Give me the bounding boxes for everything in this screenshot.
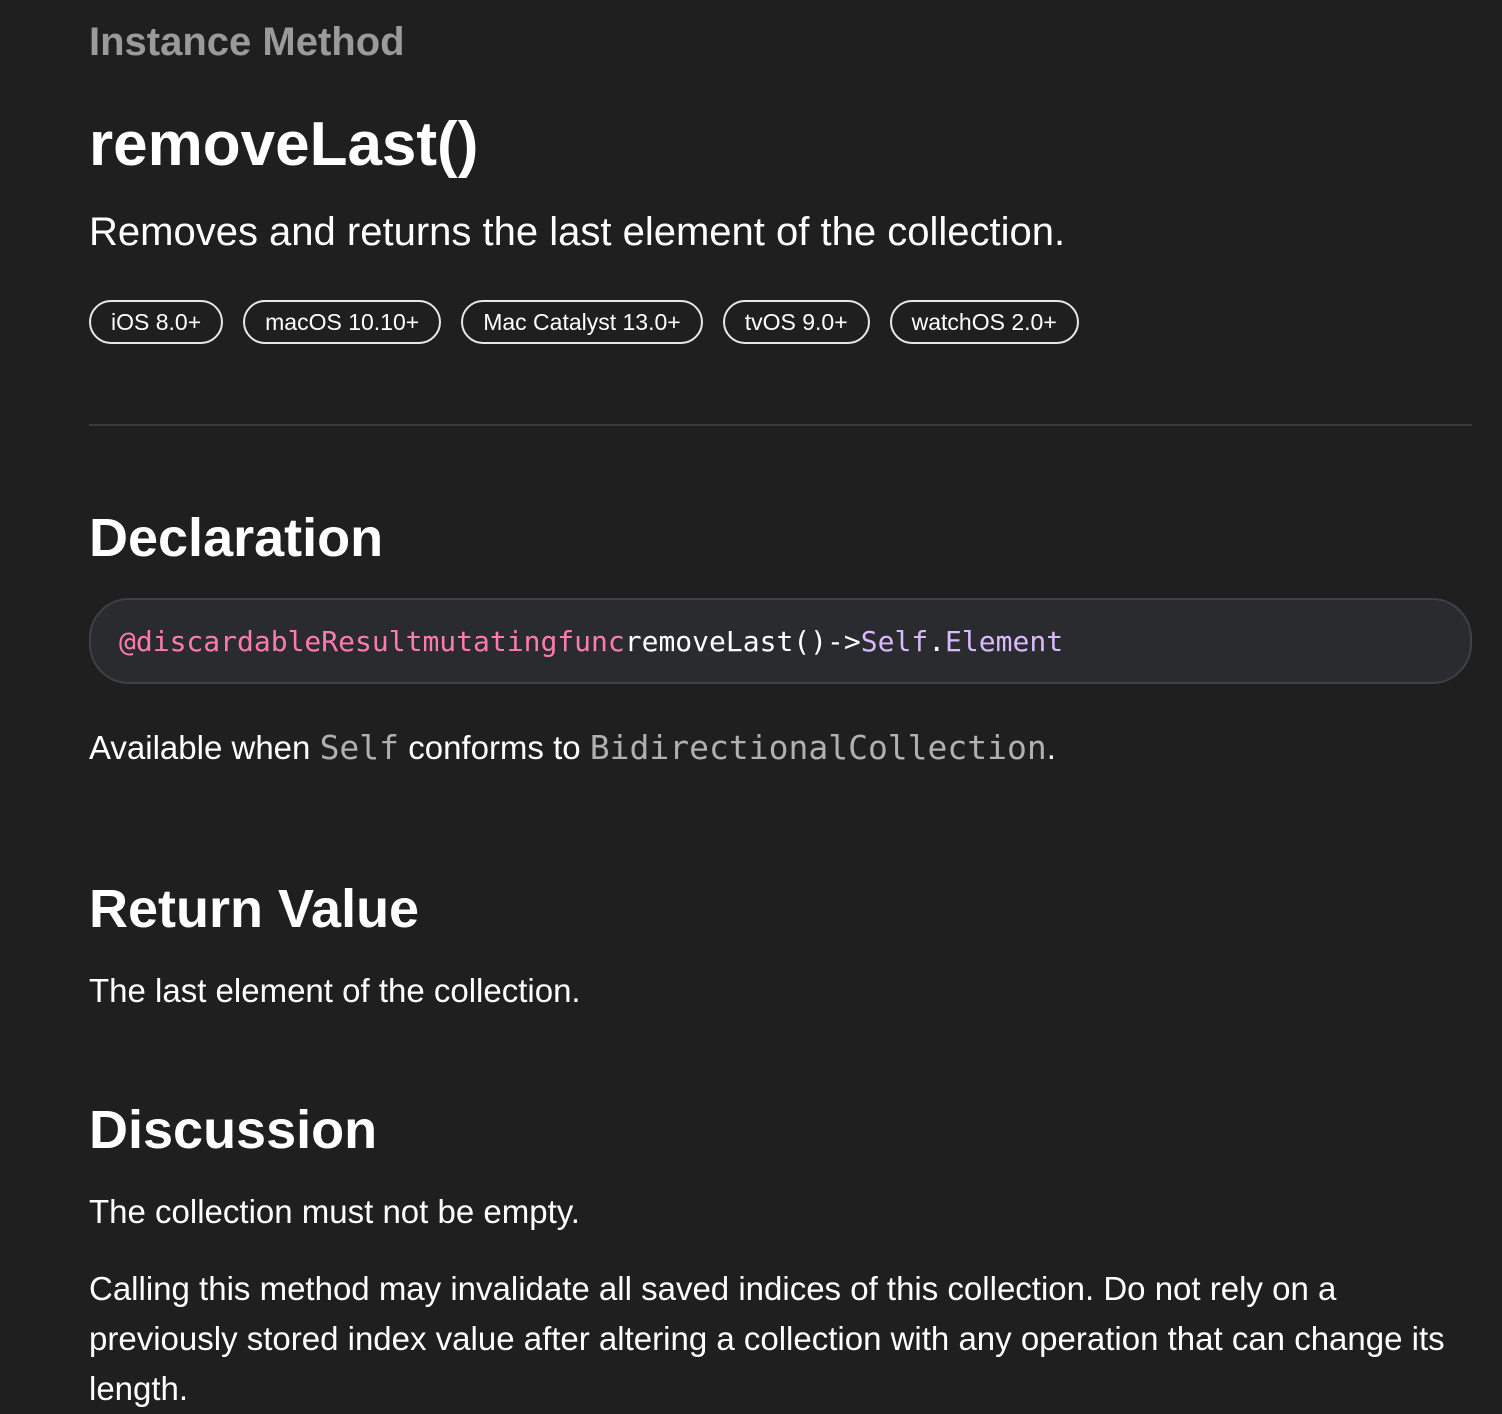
code-modifier: mutating (422, 624, 558, 658)
code-arrow: -> (827, 624, 861, 658)
code-dot: . (928, 624, 946, 658)
return-value-text: The last element of the collection. (89, 972, 581, 1009)
platform-badge-ios: iOS 8.0+ (89, 300, 224, 344)
divider (89, 424, 1472, 426)
symbol-kind-label: Instance Method (89, 20, 405, 64)
code-keyword: func (557, 624, 625, 658)
code-return-member-link[interactable]: Element (945, 625, 1063, 658)
platform-availability-list: iOS 8.0+ macOS 10.10+ Mac Catalyst 13.0+… (89, 300, 1079, 344)
discussion-paragraph: The collection must not be empty. (89, 1193, 580, 1230)
abstract: Removes and returns the last element of … (89, 210, 1066, 254)
availability-middle: conforms to (408, 729, 581, 766)
discussion-paragraph: Calling this method may invalidate all s… (89, 1270, 1445, 1407)
page-title: removeLast() (89, 110, 479, 179)
return-value-heading: Return Value (89, 879, 420, 939)
code-function-name: removeLast() (624, 624, 828, 658)
platform-badge-tvos: tvOS 9.0+ (722, 300, 870, 344)
declaration-heading: Declaration (89, 508, 384, 568)
availability-protocol-link[interactable]: BidirectionalCollection (590, 728, 1047, 767)
availability-suffix: . (1046, 729, 1056, 766)
code-attribute: @discardableResult (119, 624, 423, 658)
discussion-heading: Discussion (89, 1100, 378, 1160)
availability-note: Available when Self conforms to Bidirect… (89, 722, 1056, 774)
platform-badge-mac-catalyst: Mac Catalyst 13.0+ (461, 300, 703, 344)
platform-badge-watchos: watchOS 2.0+ (889, 300, 1079, 344)
platform-badge-macos: macOS 10.10+ (243, 300, 442, 344)
declaration-code-block: @discardableResult mutating func removeL… (89, 598, 1472, 684)
code-return-type-link[interactable]: Self (861, 625, 928, 658)
availability-prefix: Available when (89, 729, 311, 766)
availability-self-type: Self (319, 728, 400, 767)
